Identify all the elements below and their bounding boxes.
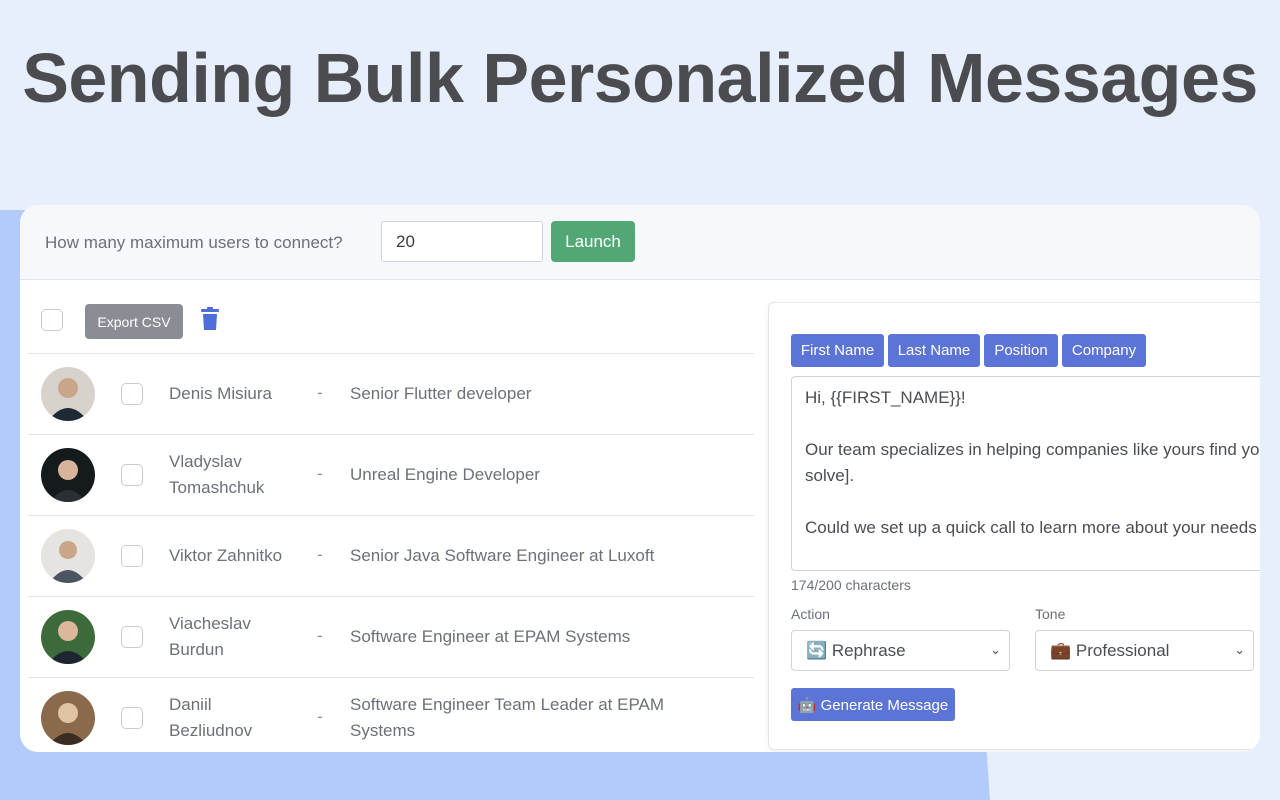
message-textarea[interactable]: Hi, {{FIRST_NAME}}! Our team specializes… xyxy=(791,376,1260,571)
chevron-down-icon: ⌄ xyxy=(990,642,1001,657)
row-checkbox[interactable] xyxy=(121,707,143,729)
contact-row: Viacheslav Burdun - Software Engineer at… xyxy=(28,596,754,677)
separator: - xyxy=(317,464,323,483)
row-checkbox[interactable] xyxy=(121,626,143,648)
action-label: Action xyxy=(791,606,830,622)
separator: - xyxy=(317,626,323,645)
contact-row: Vladyslav Tomashchuk - Unreal Engine Dev… xyxy=(28,434,754,515)
contact-name: Denis Misiura xyxy=(169,384,272,403)
contact-name: Viacheslav Burdun xyxy=(169,614,251,659)
insert-first-name-button[interactable]: First Name xyxy=(791,334,884,367)
launch-button[interactable]: Launch xyxy=(551,221,635,262)
message-composer: First Name Last Name Position Company Hi… xyxy=(768,302,1260,750)
avatar xyxy=(41,691,95,745)
avatar xyxy=(41,529,95,583)
contact-row: Viktor Zahnitko - Senior Java Software E… xyxy=(28,515,754,596)
contact-row: Daniil Bezliudnov - Software Engineer Te… xyxy=(28,677,754,752)
hero-title: Sending Bulk Personalized Messages xyxy=(22,39,1258,117)
chevron-down-icon: ⌄ xyxy=(1234,642,1245,657)
tone-label: Tone xyxy=(1035,606,1066,622)
avatar xyxy=(41,448,95,502)
action-select[interactable]: 🔄 Rephrase ⌄ xyxy=(791,630,1010,671)
avatar xyxy=(41,367,95,421)
insert-last-name-button[interactable]: Last Name xyxy=(888,334,980,367)
contact-position: Software Engineer Team Leader at EPAM Sy… xyxy=(350,695,665,740)
contact-position: Senior Flutter developer xyxy=(350,384,532,403)
select-all-checkbox[interactable] xyxy=(41,309,63,331)
insert-position-button[interactable]: Position xyxy=(984,334,1058,367)
contact-row: Denis Misiura - Senior Flutter developer xyxy=(28,353,754,434)
separator: - xyxy=(317,383,323,402)
top-bar: How many maximum users to connect? 20 La… xyxy=(20,205,1260,280)
export-csv-button[interactable]: Export CSV xyxy=(85,304,183,339)
row-checkbox[interactable] xyxy=(121,545,143,567)
avatar xyxy=(41,610,95,664)
contact-list: Denis Misiura - Senior Flutter developer… xyxy=(28,353,754,752)
char-counter: 174/200 characters xyxy=(791,577,911,593)
contact-position: Unreal Engine Developer xyxy=(350,465,540,484)
contact-name: Daniil Bezliudnov xyxy=(169,695,253,740)
separator: - xyxy=(317,707,323,726)
contact-name: Vladyslav Tomashchuk xyxy=(169,452,265,497)
contact-position: Software Engineer at EPAM Systems xyxy=(350,627,631,646)
tone-select[interactable]: 💼 Professional ⌄ xyxy=(1035,630,1254,671)
contact-name: Viktor Zahnitko xyxy=(169,546,283,565)
action-value: 🔄 Rephrase xyxy=(806,640,906,660)
contact-position: Senior Java Software Engineer at Luxoft xyxy=(350,546,655,565)
insert-company-button[interactable]: Company xyxy=(1062,334,1146,367)
row-checkbox[interactable] xyxy=(121,383,143,405)
generate-message-button[interactable]: 🤖 Generate Message xyxy=(791,688,955,721)
app-card: How many maximum users to connect? 20 La… xyxy=(20,205,1260,752)
trash-icon[interactable] xyxy=(200,307,220,331)
tone-value: 💼 Professional xyxy=(1050,640,1170,660)
row-checkbox[interactable] xyxy=(121,464,143,486)
max-users-input[interactable]: 20 xyxy=(381,221,543,262)
separator: - xyxy=(317,545,323,564)
max-users-label: How many maximum users to connect? xyxy=(45,233,343,252)
